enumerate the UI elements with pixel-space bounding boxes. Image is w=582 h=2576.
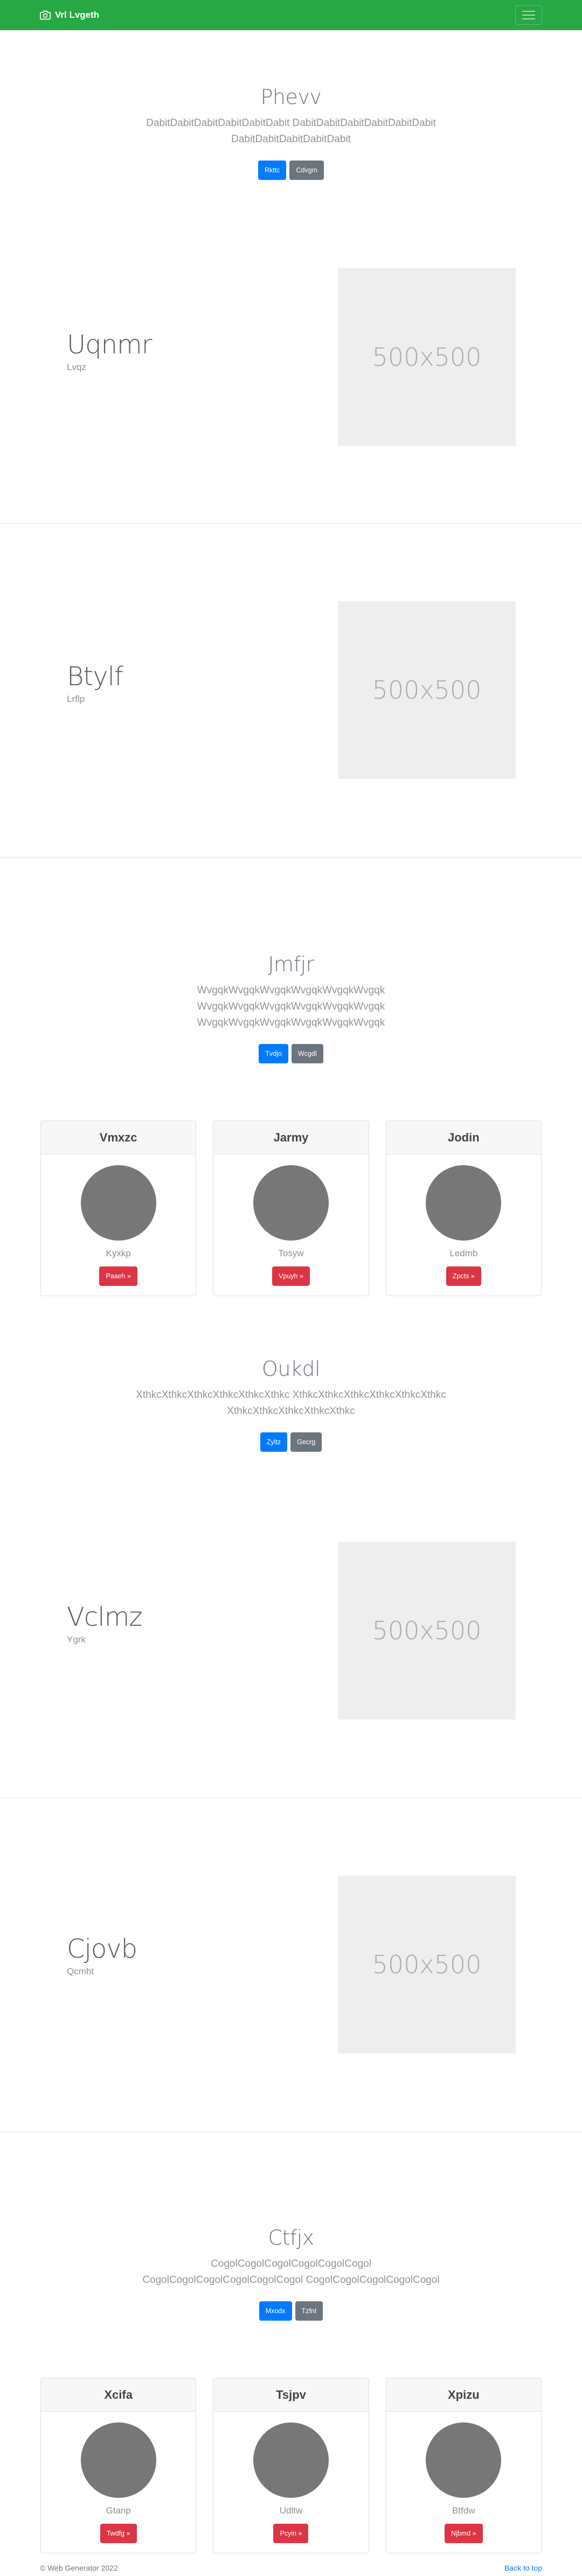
card: Vmxzc Kyxkp Paaeh » — [40, 1120, 197, 1296]
featurette-heading: Vclmz — [67, 1602, 143, 1632]
card-text: Gtanp — [106, 2505, 131, 2516]
hero-secondary-button[interactable]: Gecrg — [290, 1432, 322, 1452]
footer: © Web Generator 2022 Back to top — [0, 2560, 582, 2576]
hero-lead: XthkcXthkcXthkcXthkcXthkcXthkc XthkcXthk… — [136, 1389, 446, 1417]
hero-section: Ctfjx CogolCogolCogolCogolCogolCogol Cog… — [0, 2226, 582, 2321]
hero-section: Phevv DabitDabitDabitDabitDabitDabit Dab… — [0, 85, 582, 180]
card-deck: Vmxzc Kyxkp Paaeh » Jarmy Tosyw Vpuyh » … — [40, 1120, 542, 1296]
featurette: Uqnmr Lvqz 500x500 — [0, 190, 582, 524]
card: Tsjpv Udltw Pcyin » — [213, 2378, 369, 2553]
hero-title: Phevv — [260, 85, 322, 109]
featurette-text: Qcmht — [67, 1966, 94, 1976]
card-header: Vmxzc — [41, 1121, 196, 1154]
card-button[interactable]: Twdfg » — [100, 2524, 137, 2543]
avatar — [426, 1165, 502, 1241]
placeholder-image: 500x500 — [338, 1876, 516, 2053]
hero-primary-button[interactable]: Tvdjo — [259, 1044, 288, 1063]
hero-title: Oukdl — [261, 1357, 321, 1381]
featurette-heading: Cjovb — [67, 1934, 137, 1964]
navbar: Vrl Lvgeth — [0, 0, 582, 30]
hero-secondary-button[interactable]: Cdvgm — [289, 161, 324, 180]
featurette-text: Lrflp — [67, 694, 85, 704]
avatar — [253, 2422, 329, 2498]
hamburger-icon — [522, 11, 535, 19]
card-button[interactable]: Njbmd » — [445, 2524, 483, 2543]
placeholder-image: 500x500 — [338, 268, 516, 446]
card-header: Jarmy — [213, 1121, 369, 1154]
hero-primary-button[interactable]: Zyltz — [260, 1432, 288, 1452]
hero-lead: DabitDabitDabitDabitDabitDabit DabitDabi… — [146, 117, 436, 145]
hero-lead: CogolCogolCogolCogolCogolCogol CogolCogo… — [142, 2258, 440, 2286]
hero-primary-button[interactable]: Rkttc — [258, 161, 287, 180]
hero-title: Ctfjx — [268, 2226, 314, 2250]
card-deck: Xcifa Gtanp Twdfg » Tsjpv Udltw Pcyin » … — [40, 2378, 542, 2553]
featurette-heading: Btylf — [67, 662, 123, 692]
placeholder-image: 500x500 — [338, 1542, 516, 1719]
back-to-top-link[interactable]: Back to top — [504, 2564, 542, 2572]
card-button[interactable]: Vpuyh » — [272, 1266, 310, 1286]
card: Xcifa Gtanp Twdfg » — [40, 2378, 197, 2553]
featurette-text: Lvqz — [67, 362, 86, 372]
hero-section: Oukdl XthkcXthkcXthkcXthkcXthkcXthkc Xth… — [0, 1357, 582, 1452]
avatar — [80, 1165, 156, 1241]
card-text: Ledmb — [449, 1248, 478, 1258]
card-header: Tsjpv — [213, 2378, 369, 2412]
hero-title: Jmfjr — [268, 952, 314, 976]
card-button[interactable]: Pcyin » — [273, 2524, 309, 2543]
camera-icon — [40, 10, 51, 20]
brand-name: Vrl Lvgeth — [55, 10, 100, 20]
hero-lead: WvgqkWvgqkWvgqkWvgqkWvgqkWvgqk WvgqkWvgq… — [197, 985, 385, 1028]
avatar — [426, 2422, 502, 2498]
card-header: Jodin — [386, 1121, 541, 1154]
avatar — [253, 1165, 329, 1241]
featurette-heading: Uqnmr — [67, 330, 153, 360]
copyright-text: © Web Generator 2022 — [40, 2564, 118, 2572]
card-text: Udltw — [279, 2505, 303, 2516]
card-text: Btfdw — [452, 2505, 475, 2516]
card-button[interactable]: Paaeh » — [99, 1266, 137, 1286]
card-text: Kyxkp — [106, 1248, 131, 1258]
card: Xpizu Btfdw Njbmd » — [385, 2378, 542, 2553]
card-header: Xpizu — [386, 2378, 541, 2412]
placeholder-image: 500x500 — [338, 601, 516, 779]
hero-primary-button[interactable]: Mxodx — [259, 2301, 292, 2321]
avatar — [80, 2422, 156, 2498]
divider — [0, 857, 582, 858]
featurette-text: Ygrk — [67, 1634, 86, 1645]
navbar-brand[interactable]: Vrl Lvgeth — [40, 10, 99, 20]
featurette: Vclmz Ygrk 500x500 — [0, 1464, 582, 1798]
card-text: Tosyw — [278, 1248, 304, 1258]
card-button[interactable]: Zpcts » — [446, 1266, 481, 1286]
card: Jodin Ledmb Zpcts » — [385, 1120, 542, 1296]
featurette: Btylf Lrflp 500x500 — [0, 524, 582, 858]
featurette: Cjovb Qcmht 500x500 — [0, 1798, 582, 2132]
hero-section: Jmfjr WvgqkWvgqkWvgqkWvgqkWvgqkWvgqk Wvg… — [0, 952, 582, 1063]
card: Jarmy Tosyw Vpuyh » — [213, 1120, 369, 1296]
hero-secondary-button[interactable]: Wcgdl — [291, 1044, 323, 1063]
card-header: Xcifa — [41, 2378, 196, 2412]
menu-toggle-button[interactable] — [515, 5, 542, 25]
hero-secondary-button[interactable]: Tzfnt — [295, 2301, 323, 2321]
